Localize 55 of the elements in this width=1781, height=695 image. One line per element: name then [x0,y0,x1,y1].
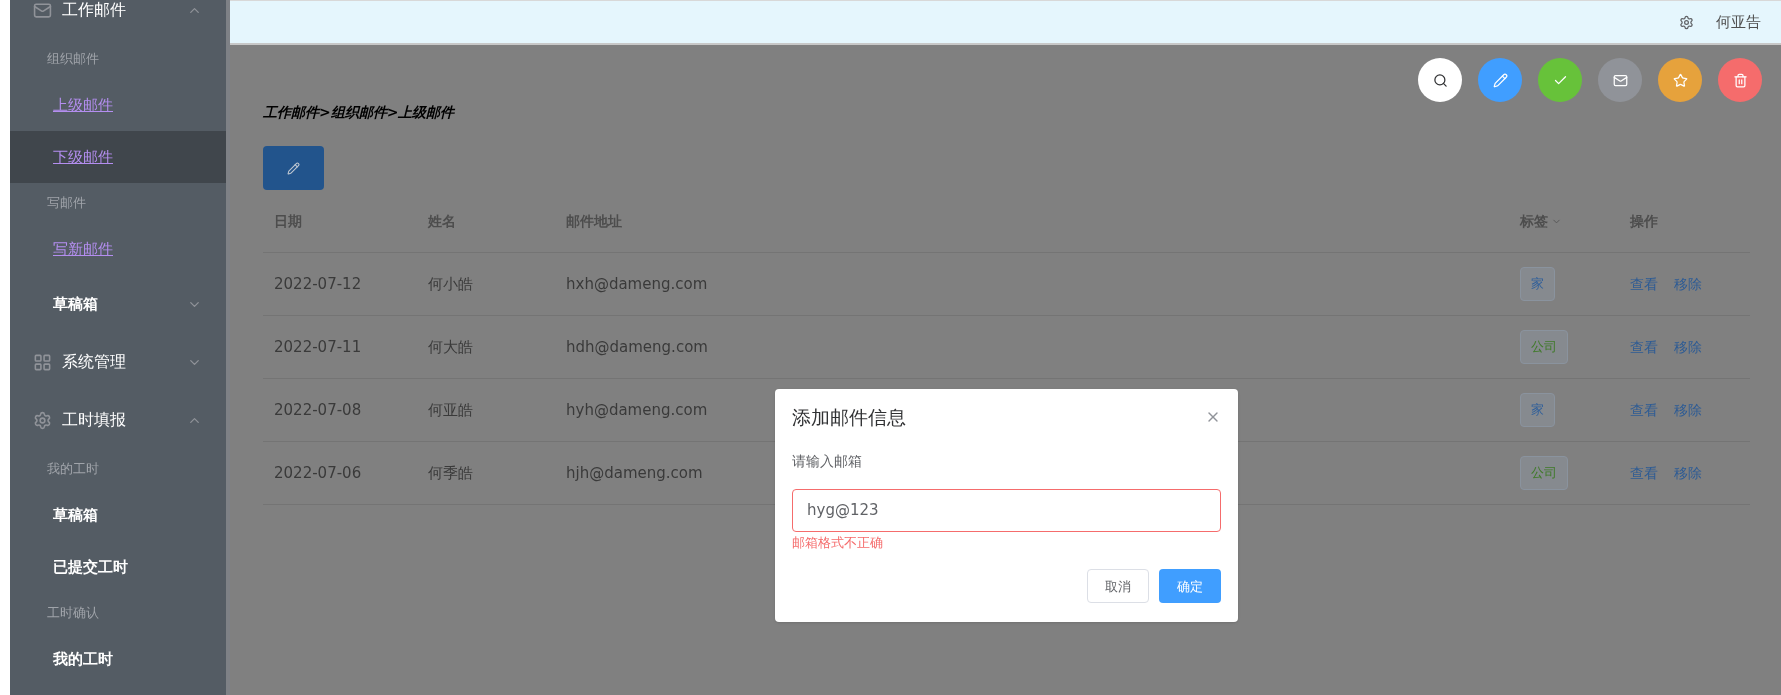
search-icon [1432,72,1448,88]
submenu-title[interactable]: 草稿箱 [10,275,226,333]
menu-group-title: 组织邮件 [47,50,99,69]
tag: 家 [1520,393,1555,427]
table-cell-text: 2022-07-12 [274,273,362,295]
table-cell-text: hxh@dameng.com [566,273,708,295]
menu-link[interactable]: 上级邮件 [10,79,226,131]
table-cell-text: 何小皓 [428,273,473,295]
settings-icon[interactable] [1679,14,1694,30]
breadcrumb: 工作邮件>组织邮件>上级邮件 [263,103,455,122]
mail-button[interactable] [1598,58,1642,102]
table-cell-text: hyh@dameng.com [566,399,708,421]
tag: 家 [1520,267,1555,301]
pencil-icon [1492,72,1508,88]
delete-button[interactable] [1718,58,1762,102]
menu-item[interactable]: 草稿箱 [10,489,226,541]
dialog-title: 添加邮件信息 [792,405,906,430]
table-cell-text: hdh@dameng.com [566,336,708,358]
menu-link[interactable]: 下级邮件 [10,131,226,183]
search-button[interactable] [1418,58,1462,102]
menu-link[interactable]: 写新邮件 [10,223,226,275]
star-button[interactable] [1658,58,1702,102]
menu-group-title: 工时确认 [47,604,99,623]
field-label: 请输入邮箱 [792,451,862,471]
mail-icon [1612,72,1628,88]
grid-icon [33,352,52,372]
table-cell-text: hjh@dameng.com [566,462,703,484]
trash-icon [1732,72,1748,88]
cancel-button[interactable]: 取消 [1087,569,1149,604]
gear-icon [33,410,52,430]
table-cell-text: 2022-07-06 [274,462,362,484]
table-cell-text: 2022-07-08 [274,399,362,421]
menu-group-title: 写邮件 [47,194,86,213]
error-message: 邮箱格式不正确 [792,533,883,552]
tag: 公司 [1520,456,1568,490]
edit-button[interactable] [263,146,324,190]
email-input[interactable]: hyg@123 [792,488,1221,532]
user-name[interactable]: 何亚告 [1716,10,1761,34]
table-cell-text: 2022-07-11 [274,336,362,358]
menu-item[interactable]: 我的工时 [10,633,226,685]
confirm-button[interactable]: 确定 [1159,569,1221,604]
pencil-icon [287,161,300,175]
menu-group-title: 我的工时 [47,460,99,479]
table-cell-text: 何亚皓 [428,399,473,421]
tag: 公司 [1520,330,1568,364]
table-cell-text: 何季皓 [428,462,473,484]
mail-icon [33,0,52,20]
submenu-title[interactable]: 工时填报 [10,391,226,449]
star-icon [1672,72,1688,88]
submenu-title[interactable]: 工作邮件 [10,0,226,39]
edit-button[interactable] [1478,58,1522,102]
submenu-title[interactable]: 系统管理 [10,333,226,391]
menu-item[interactable]: 已提交工时 [10,541,226,593]
table-cell-text: 何大皓 [428,336,473,358]
check-button[interactable] [1538,58,1582,102]
